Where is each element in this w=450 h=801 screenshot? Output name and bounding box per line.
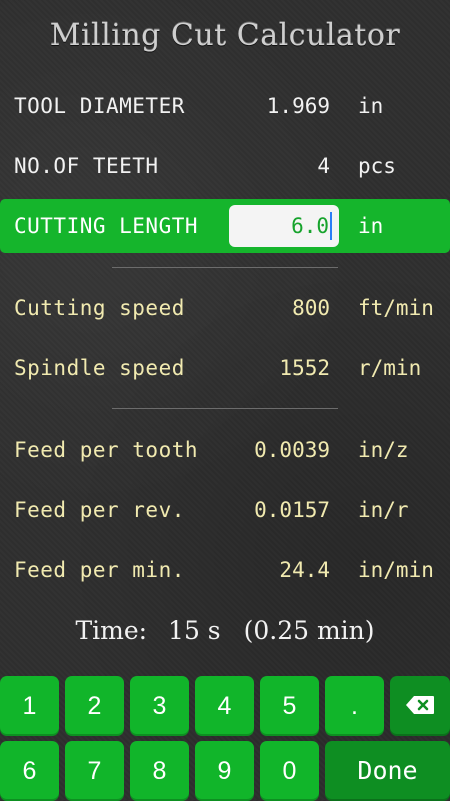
- feed-per-tooth-value: 0.0039: [254, 438, 330, 462]
- spindle-speed-label: Spindle speed: [14, 356, 185, 380]
- cutting-length-label: CUTTING LENGTH: [14, 214, 199, 238]
- teeth-count-value: 4: [317, 154, 330, 178]
- machining-time: Time: 15 s (0.25 min): [0, 616, 450, 645]
- feed-per-min-label: Feed per min.: [14, 558, 185, 582]
- cutting-speed-unit: ft/min: [358, 296, 434, 320]
- backspace-icon: [406, 696, 434, 715]
- spindle-speed-row: Spindle speed 1552 r/min: [0, 340, 450, 396]
- divider: [112, 408, 338, 409]
- tool-diameter-label: TOOL DIAMETER: [14, 94, 185, 118]
- key-0[interactable]: 0: [260, 741, 319, 801]
- tool-diameter-value: 1.969: [266, 94, 330, 118]
- time-label: Time:: [75, 616, 148, 645]
- divider: [112, 267, 338, 268]
- time-seconds: 15 s: [168, 616, 221, 645]
- cutting-speed-row: Cutting speed 800 ft/min: [0, 280, 450, 336]
- feed-per-rev-label: Feed per rev.: [14, 498, 185, 522]
- feed-per-tooth-unit: in/z: [358, 438, 409, 462]
- time-minutes: (0.25 min): [243, 616, 375, 645]
- feed-per-rev-value: 0.0157: [254, 498, 330, 522]
- feed-per-tooth-row: Feed per tooth 0.0039 in/z: [0, 422, 450, 478]
- feed-per-rev-row: Feed per rev. 0.0157 in/r: [0, 482, 450, 538]
- teeth-count-label: NO.OF TEETH: [14, 154, 159, 178]
- feed-per-min-value: 24.4: [279, 558, 330, 582]
- key-8[interactable]: 8: [130, 741, 189, 801]
- feed-per-rev-unit: in/r: [358, 498, 409, 522]
- key-3[interactable]: 3: [130, 676, 189, 736]
- done-button[interactable]: Done: [325, 741, 450, 801]
- spindle-speed-value: 1552: [279, 356, 330, 380]
- feed-per-tooth-label: Feed per tooth: [14, 438, 199, 462]
- key-9[interactable]: 9: [195, 741, 254, 801]
- tool-diameter-unit: in: [358, 94, 384, 118]
- cutting-length-value: 6.0: [291, 214, 329, 238]
- app-title: Milling Cut Calculator: [49, 18, 401, 53]
- cutting-length-unit: in: [358, 214, 384, 238]
- cutting-length-row[interactable]: CUTTING LENGTH 6.0 in: [0, 199, 450, 253]
- cutting-speed-value: 800: [292, 296, 330, 320]
- key-7[interactable]: 7: [65, 741, 124, 801]
- key-6[interactable]: 6: [0, 741, 59, 801]
- tool-diameter-row[interactable]: TOOL DIAMETER 1.969 in: [0, 78, 450, 134]
- key-2[interactable]: 2: [65, 676, 124, 736]
- cutting-length-input[interactable]: 6.0: [229, 205, 339, 247]
- teeth-count-row[interactable]: NO.OF TEETH 4 pcs: [0, 138, 450, 194]
- backspace-button[interactable]: [390, 676, 450, 736]
- numeric-keypad: 1 2 3 4 5 . 6 7 8 9 0 Done: [0, 674, 450, 801]
- spindle-speed-unit: r/min: [358, 356, 422, 380]
- cutting-speed-label: Cutting speed: [14, 296, 185, 320]
- key-1[interactable]: 1: [0, 676, 59, 736]
- feed-per-min-row: Feed per min. 24.4 in/min: [0, 542, 450, 598]
- text-caret: [330, 212, 332, 240]
- key-4[interactable]: 4: [195, 676, 254, 736]
- feed-per-min-unit: in/min: [358, 558, 434, 582]
- key-5[interactable]: 5: [260, 676, 319, 736]
- key-decimal[interactable]: .: [325, 676, 384, 736]
- teeth-count-unit: pcs: [358, 154, 396, 178]
